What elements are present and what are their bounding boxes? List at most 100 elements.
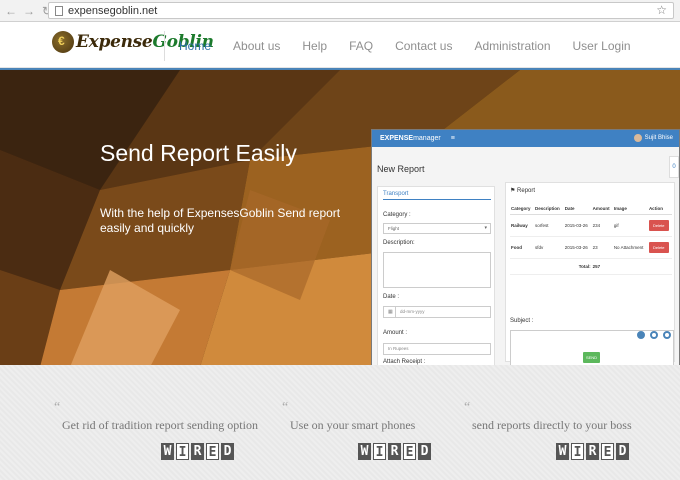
app-header: EXPENSEmanager ≡ Sujit Bhise [372,130,679,147]
carousel-dot-1[interactable] [637,331,645,339]
table-total-row: Total: 257 [510,258,672,275]
category-label: Category : [383,212,411,218]
col-image: Image [612,203,648,215]
col-action: Action [647,203,672,215]
nav-administration[interactable]: Administration [474,39,550,53]
app-preview-screenshot: EXPENSEmanager ≡ Sujit Bhise 0 New Repor… [371,129,680,365]
subject-label: Subject : [510,318,534,324]
report-title-text: Report [517,188,536,194]
delete-button: Delete [648,220,669,231]
table-row: Railway sorfest 2015-03-26 234 gif Delet… [510,214,672,237]
nav-divider [164,31,165,61]
carousel-indicators [637,331,676,339]
table-header-row: Category Description Date Amount Image A… [510,203,672,215]
calendar-icon: ▦ [388,307,396,317]
forward-icon[interactable]: → [22,4,36,18]
quote-icon: “ [282,400,289,415]
report-table: Category Description Date Amount Image A… [510,203,672,275]
col-amount: Amount [591,203,613,215]
hero-title: Send Report Easily [100,140,297,166]
app-user: Sujit Bhise [633,134,673,142]
badge-letter: I [571,443,584,460]
nav-contact-us[interactable]: Contact us [395,39,452,53]
main-nav: Home About us Help FAQ Contact us Admini… [168,23,642,68]
carousel-dot-3[interactable] [663,331,671,339]
flag-icon: ⚑ [510,188,518,194]
date-placeholder: dd-mm-yyyy [400,309,425,314]
cell-date: 2015-03-26 [563,214,592,237]
app-brand-rest: manager [413,135,441,142]
send-button: SEND [583,352,600,363]
quote-icon: “ [464,400,471,415]
feature-3-text: send reports directly to your boss [472,418,632,432]
bookmark-star-icon[interactable]: ☆ [656,3,667,17]
url-text[interactable]: expensegoblin.net [68,5,157,17]
col-category: Category [510,203,534,215]
feature-2-badge: WIRED [358,443,433,460]
address-bar[interactable]: expensegoblin.net ☆ [48,2,674,19]
cell-image: No Attachment [612,236,648,259]
cell-amount: 234 [591,214,613,237]
nav-user-login[interactable]: User Login [573,39,631,53]
cell-description: sfdv [533,236,564,259]
cell-category: Railway [510,214,534,237]
hero-banner: Send Report Easily With the help of Expe… [0,68,680,365]
col-description: Description [533,203,564,215]
nav-help[interactable]: Help [302,39,327,53]
col-date: Date [563,203,592,215]
browser-toolbar: ← → ↻ expensegoblin.net ☆ [0,0,680,22]
badge-letter: I [373,443,386,460]
cell-empty [612,258,648,275]
badge-letter: D [221,443,234,460]
badge-letter: D [418,443,431,460]
site-navbar: ExpenseGoblin Home About us Help FAQ Con… [0,23,680,68]
date-field: ▦ dd-mm-yyyy [383,306,491,318]
cell-amount: 23 [591,236,613,259]
feature-3-badge: WIRED [556,443,631,460]
cell-action: Delete [647,236,672,259]
badge-letter: W [556,443,569,460]
tab-transport: Transport [383,191,409,197]
feature-1-badge: WIRED [161,443,236,460]
badge-letter: E [206,443,219,460]
nav-home[interactable]: Home [179,39,211,53]
app-brand: EXPENSEmanager [380,135,441,142]
logo-word-expense: Expense [76,32,153,52]
table-row: Food sfdv 2015-03-26 23 No Attachment De… [510,236,672,259]
money-bag-icon [52,31,74,53]
report-title: ⚑ Report [510,187,535,194]
badge-letter: R [388,443,401,460]
badge-letter: W [161,443,174,460]
badge-letter: D [616,443,629,460]
delete-button: Delete [648,242,669,253]
quote-icon: “ [54,400,61,415]
carousel-dot-2[interactable] [650,331,658,339]
badge-letter: W [358,443,371,460]
category-value: Flight [388,226,400,231]
app-brand-bold: EXPENSE [380,135,414,142]
app-page-title: New Report [377,164,425,174]
back-icon[interactable]: ← [4,4,18,18]
hero-subtitle: With the help of ExpensesGoblin Send rep… [100,206,341,235]
cell-action: Delete [647,214,672,237]
cell-date: 2015-03-26 [563,236,592,259]
badge-letter: R [586,443,599,460]
app-user-name: Sujit Bhise [644,135,673,141]
category-select: Flight ▾ [383,223,491,234]
cell-empty [647,258,672,275]
cell-empty [510,258,534,275]
feature-2-text: Use on your smart phones [290,418,416,432]
tab-underline [383,199,491,200]
cell-empty [533,258,564,275]
avatar [633,134,642,142]
new-report-form: Transport Category : Flight ▾ Description… [377,186,495,365]
cell-image: gif [612,214,648,237]
badge-letter: R [191,443,204,460]
nav-faq[interactable]: FAQ [349,39,373,53]
total-label: Total: [563,258,592,275]
page-icon [55,5,63,16]
amount-field: In Rupees [383,343,491,355]
nav-about-us[interactable]: About us [233,39,280,53]
features-strip: “ Get rid of tradition report sending op… [0,365,680,480]
cell-category: Food [510,236,534,259]
